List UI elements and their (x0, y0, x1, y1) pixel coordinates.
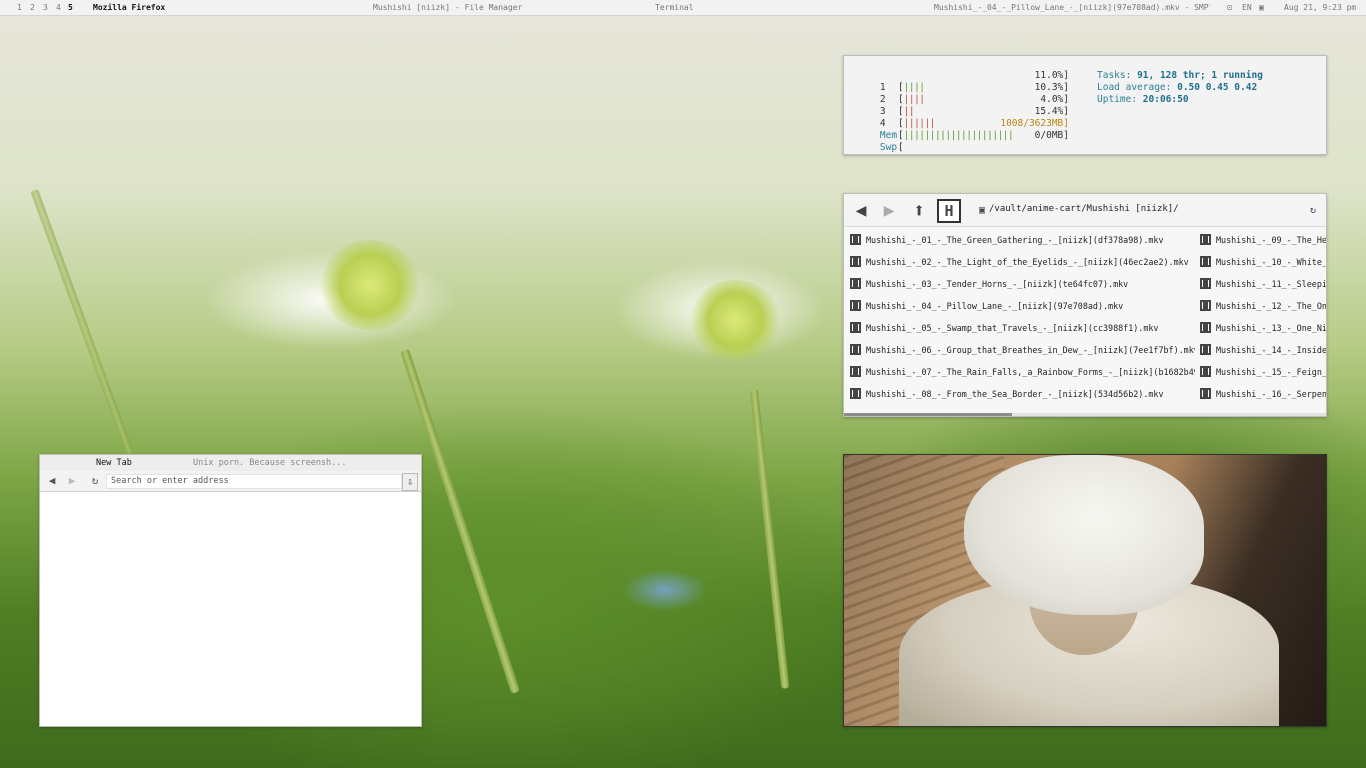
file-item[interactable]: Mushishi_-_06_-_Group_that_Breathes_in_D… (850, 339, 1195, 361)
file-item[interactable]: Mushishi_-_16_-_Serpent (1200, 383, 1326, 405)
tab-new-tab[interactable]: New Tab (96, 455, 132, 471)
file-item[interactable]: Mushishi_-_13_-_One_Nigh (1200, 317, 1326, 339)
mem-value: 1008/3623MB] (1000, 118, 1069, 129)
scrollbar-thumb[interactable] (844, 413, 1012, 416)
video-file-icon (1200, 300, 1211, 311)
video-file-icon (850, 234, 861, 245)
video-file-icon (1200, 256, 1211, 267)
file-item[interactable]: Mushishi_-_08_-_From_the_Sea_Border_-_[n… (850, 383, 1195, 405)
address-bar[interactable]: Search or enter address (106, 474, 402, 489)
video-file-icon (1200, 234, 1211, 245)
video-file-icon (850, 366, 861, 377)
up-arrow-icon[interactable]: ⬆ (908, 198, 930, 222)
cpu-pct-4: 15.4%] (1034, 106, 1069, 117)
file-manager-toolbar: ◀ ▶ ⬆ H ▣ /vault/anime-cart/Mushishi [ni… (844, 194, 1326, 227)
swap-value: 0/0MB] (1034, 130, 1069, 141)
keyboard-layout[interactable]: EN (1242, 0, 1252, 15)
back-icon[interactable]: ◀ (850, 199, 872, 221)
cpu-pct-1: 11.0%] (1034, 70, 1069, 81)
video-file-icon (850, 388, 861, 399)
video-file-icon (1200, 322, 1211, 333)
tray-icon[interactable]: ▣ (1259, 0, 1264, 15)
taskbar-file-manager[interactable]: Mushishi [niizk] - File Manager (373, 0, 522, 15)
file-item[interactable]: Mushishi_-_15_-_Feign_Sp (1200, 361, 1326, 383)
firefox-window: New Tab Unix porn. Because screensh... ◀… (39, 454, 422, 727)
taskbar-video-player[interactable]: Mushishi_-_04_-_Pillow_Lane_-_[niizk](97… (934, 0, 1210, 15)
file-item[interactable]: Mushishi_-_04_-_Pillow_Lane_-_[niizk](97… (850, 295, 1195, 317)
taskbar-terminal[interactable]: Terminal (655, 0, 694, 15)
reload-icon[interactable]: ↻ (88, 473, 102, 489)
file-item[interactable]: Mushishi_-_12_-_The_One (1200, 295, 1326, 317)
video-file-icon (850, 278, 861, 289)
reload-icon[interactable]: ↻ (1302, 199, 1324, 221)
video-file-icon (1200, 278, 1211, 289)
tasks-line: Tasks: 91, 128 thr; 1 running (1097, 70, 1263, 81)
file-item[interactable]: Mushishi_-_11_-_Sleeping_ (1200, 273, 1326, 295)
file-item[interactable]: Mushishi_-_07_-_The_Rain_Falls,_a_Rainbo… (850, 361, 1195, 383)
tab-unixporn[interactable]: Unix porn. Because screensh... (193, 455, 347, 471)
file-item[interactable]: Mushishi_-_02_-_The_Light_of_the_Eyelids… (850, 251, 1195, 273)
uptime-line: Uptime: 20:06:50 (1097, 94, 1189, 105)
file-item[interactable]: Mushishi_-_14_-_Inside_t (1200, 339, 1326, 361)
file-item[interactable]: Mushishi_-_09_-_The_Hea (1200, 229, 1326, 251)
video-file-icon (850, 300, 861, 311)
video-file-icon (850, 322, 861, 333)
video-player-window[interactable] (843, 454, 1327, 727)
video-file-icon (850, 256, 861, 267)
htop-terminal[interactable]: 1 [|||| 11.0%] 2 [|||| 10.3%] 3 [|| 4.0%] 4… (843, 55, 1327, 155)
home-icon[interactable]: H (937, 199, 961, 223)
workspace-3[interactable]: 3 (43, 0, 48, 15)
video-file-icon (1200, 366, 1211, 377)
file-item[interactable]: Mushishi_-_03_-_Tender_Horns_-_[niizk](t… (850, 273, 1195, 295)
video-file-icon (1200, 388, 1211, 399)
video-file-icon (1200, 344, 1211, 355)
file-item[interactable]: Mushishi_-_05_-_Swamp_that_Travels_-_[ni… (850, 317, 1195, 339)
file-item[interactable]: Mushishi_-_10_-_White_in (1200, 251, 1326, 273)
cpu-pct-3: 4.0%] (1040, 94, 1069, 105)
forward-icon[interactable]: ▶ (878, 199, 900, 221)
cpu-pct-2: 10.3%] (1034, 82, 1069, 93)
load-line: Load average: 0.50 0.45 0.42 (1097, 82, 1258, 93)
horizontal-scrollbar[interactable] (844, 413, 1326, 416)
workspace-5[interactable]: 5 (68, 0, 73, 15)
tab-bar: New Tab Unix porn. Because screensh... (40, 455, 421, 471)
active-app-title: Mozilla Firefox (93, 3, 166, 12)
video-file-icon (850, 344, 861, 355)
top-panel: 1 2 3 4 5 Mozilla Firefox Mushishi [niiz… (0, 0, 1366, 16)
location-path[interactable]: /vault/anime-cart/Mushishi [niizk]/ (989, 202, 1319, 216)
clock: Aug 21, 9:23 pm (1284, 3, 1357, 12)
workspace-1[interactable]: 1 (17, 0, 22, 15)
download-icon[interactable]: ⇩ (402, 473, 418, 491)
nav-bar: ◀ ▶ ↻ Search or enter address ⇩ (40, 471, 421, 492)
file-manager-window: ◀ ▶ ⬆ H ▣ /vault/anime-cart/Mushishi [ni… (843, 193, 1327, 417)
video-character-hair (964, 455, 1204, 615)
swap-meter: Swp[ (879, 142, 904, 153)
forward-icon[interactable]: ▶ (65, 473, 79, 489)
workspace-4[interactable]: 4 (56, 0, 61, 15)
page-content (40, 492, 421, 726)
screenshot-icon[interactable]: ⊡ (1227, 0, 1232, 15)
workspace-2[interactable]: 2 (30, 0, 35, 15)
file-item[interactable]: Mushishi_-_01_-_The_Green_Gathering_-_[n… (850, 229, 1195, 251)
back-icon[interactable]: ◀ (45, 473, 59, 489)
